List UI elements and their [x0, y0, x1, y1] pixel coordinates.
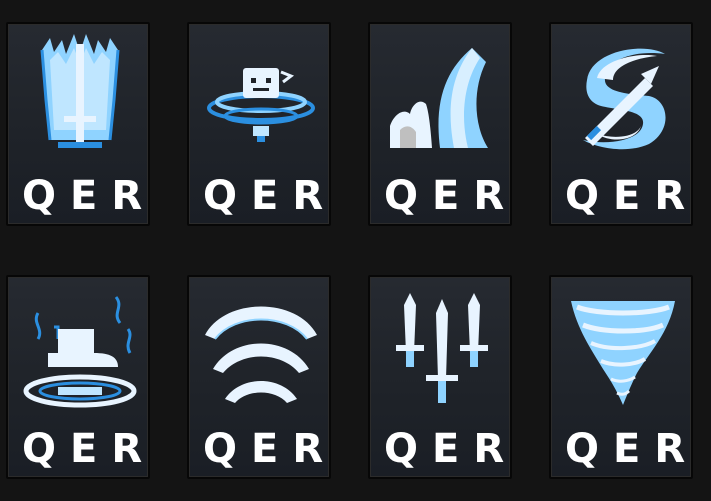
ability-card-8[interactable]: QER [549, 275, 693, 479]
ice-golem-whirlpool-icon [195, 30, 327, 162]
ability-card-6[interactable]: QER [187, 275, 331, 479]
ability-card-7[interactable]: QER [368, 275, 512, 479]
ice-spike-crown-icon [14, 30, 146, 162]
ability-keys-label: QER [22, 426, 157, 472]
frost-wave-arcs-icon [195, 283, 327, 415]
ability-keys-label: QER [203, 426, 338, 472]
ice-tornado-icon [557, 283, 689, 415]
ability-grid: QER QER QER QER QER QER QER QER [0, 0, 711, 501]
ability-keys-label: QER [384, 173, 519, 219]
ability-card-4[interactable]: QER [549, 22, 693, 226]
ability-keys-label: QER [565, 173, 700, 219]
triple-ice-swords-icon [376, 283, 508, 415]
frost-boot-ring-icon [14, 283, 146, 415]
ability-keys-label: QER [22, 173, 157, 219]
ability-card-2[interactable]: QER [187, 22, 331, 226]
ability-card-1[interactable]: QER [6, 22, 150, 226]
ability-card-3[interactable]: QER [368, 22, 512, 226]
frost-crescent-slash-icon [376, 30, 508, 162]
ability-keys-label: QER [384, 426, 519, 472]
ability-keys-label: QER [565, 426, 700, 472]
ability-card-5[interactable]: QER [6, 275, 150, 479]
ice-sword-swirl-icon [557, 30, 689, 162]
ability-keys-label: QER [203, 173, 338, 219]
